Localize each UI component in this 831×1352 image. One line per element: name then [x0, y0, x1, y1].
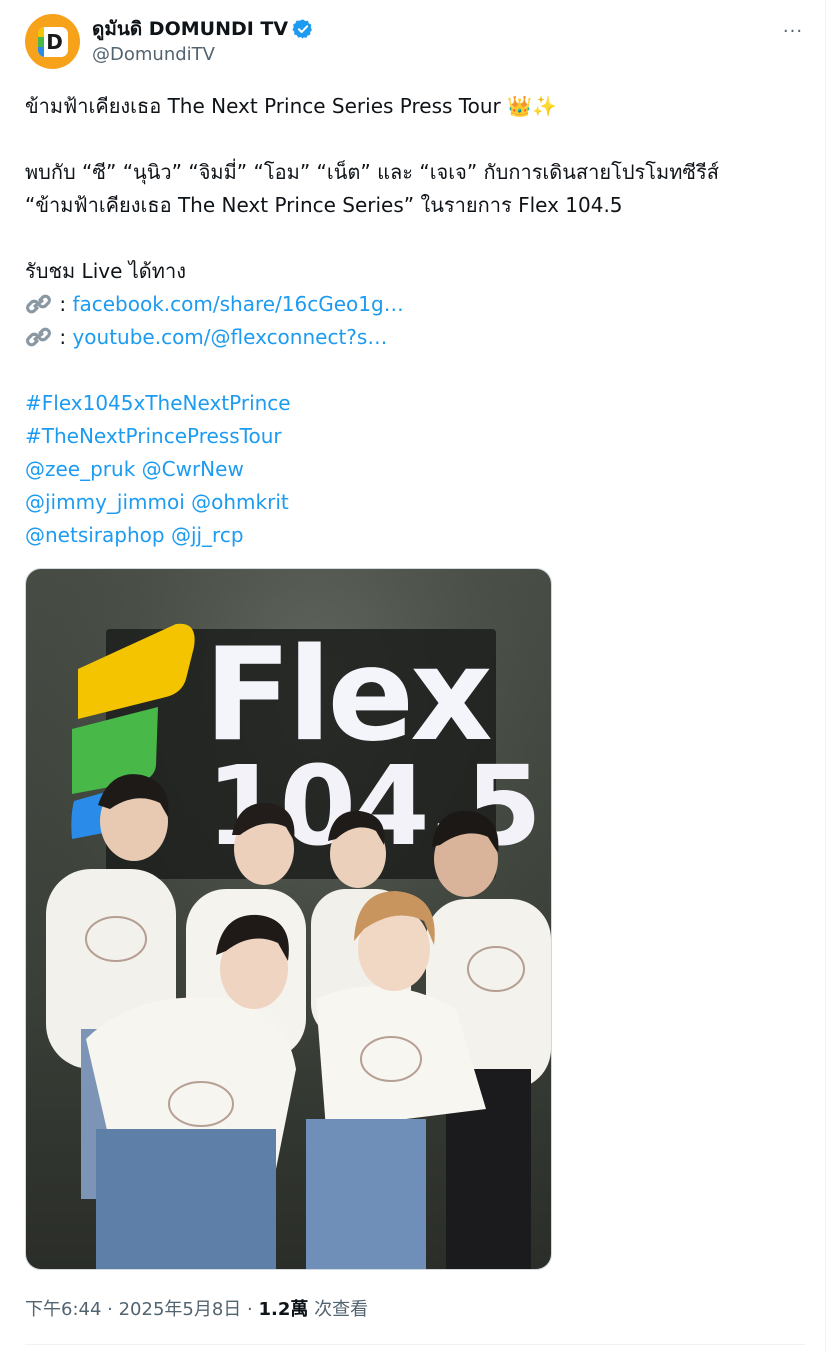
- display-name[interactable]: ดูมันดิ DOMUNDI TV: [92, 14, 288, 44]
- facebook-link[interactable]: facebook.com/share/16cGeo1g…: [72, 292, 403, 316]
- mention-links[interactable]: @jimmy_jimmoi @ohmkrit: [25, 490, 289, 514]
- photo-illustration: Flex 104.5: [26, 569, 551, 1269]
- post-line-title: ข้ามฟ้าเคียงเธอ The Next Prince Series P…: [25, 94, 557, 118]
- divider: [25, 1344, 805, 1345]
- view-label: 次查看: [308, 1299, 369, 1320]
- post-date[interactable]: 2025年5月8日: [119, 1299, 242, 1320]
- link-icon: [26, 294, 51, 314]
- post-time[interactable]: 下午6:44: [25, 1299, 101, 1320]
- mention-links[interactable]: @netsiraphop @jj_rcp: [25, 523, 244, 547]
- verified-badge-icon[interactable]: [292, 18, 314, 40]
- tweet-card: D ดูมันดิ DOMUNDI TV @DomundiTV ··· ข้าม…: [0, 0, 826, 1352]
- link-separator: :: [53, 292, 73, 316]
- tweet-text: ข้ามฟ้าเคียงเธอ The Next Prince Series P…: [25, 90, 805, 552]
- youtube-link[interactable]: youtube.com/@flexconnect?s…: [72, 325, 387, 349]
- link-row-youtube: : youtube.com/@flexconnect?s…: [25, 321, 805, 354]
- meta-separator: ·: [241, 1299, 259, 1320]
- post-line-body-1: พบกับ “ซี” “นุนิว” “จิมมี่” “โอม” “เน็ต”…: [25, 160, 719, 184]
- link-row-facebook: : facebook.com/share/16cGeo1g…: [25, 288, 805, 321]
- tweet-header: D ดูมันดิ DOMUNDI TV @DomundiTV ···: [25, 14, 810, 70]
- display-name-row: ดูมันดิ DOMUNDI TV: [92, 16, 314, 42]
- avatar-logo-stripe: [37, 26, 44, 57]
- link-separator: :: [53, 325, 73, 349]
- mention-links[interactable]: @zee_pruk @CwrNew: [25, 457, 244, 481]
- more-options-icon[interactable]: ···: [776, 18, 810, 44]
- post-line-watch: รับชม Live ได้ทาง: [25, 259, 186, 283]
- hashtag-link[interactable]: #Flex1045xTheNextPrince: [25, 391, 291, 415]
- view-count[interactable]: 1.2萬: [258, 1299, 308, 1320]
- avatar-logo: D: [37, 26, 68, 57]
- author-handle[interactable]: @DomundiTV: [92, 44, 314, 65]
- author-names: ดูมันดิ DOMUNDI TV @DomundiTV: [92, 16, 314, 65]
- tweet-photo[interactable]: Flex 104.5: [25, 568, 552, 1270]
- hashtag-link[interactable]: #TheNextPrincePressTour: [25, 424, 282, 448]
- avatar-letter: D: [46, 29, 63, 54]
- link-icon: [26, 327, 51, 347]
- avatar[interactable]: D: [25, 14, 80, 69]
- post-line-body-2: “ข้ามฟ้าเคียงเธอ The Next Prince Series”…: [25, 193, 623, 217]
- meta-separator: ·: [101, 1299, 119, 1320]
- tweet-metadata: 下午6:44 · 2025年5月8日 · 1.2萬 次查看: [25, 1295, 368, 1321]
